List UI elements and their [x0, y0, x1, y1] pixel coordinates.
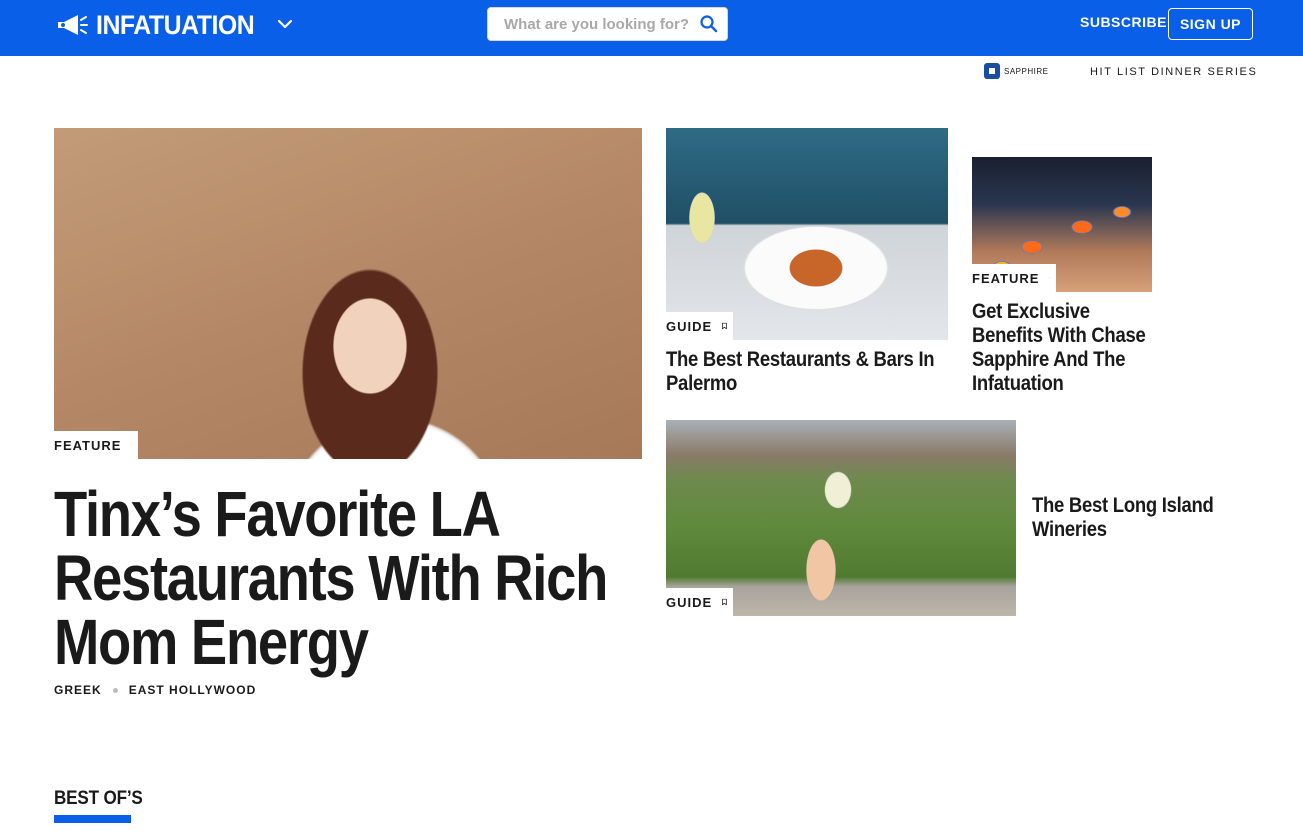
search-box — [487, 7, 728, 41]
search-input[interactable] — [504, 15, 694, 33]
bookmark-icon[interactable] — [1049, 270, 1050, 286]
neighborhood-link[interactable]: EAST HOLLYWOOD — [129, 683, 257, 697]
tag-label: GUIDE — [666, 318, 713, 334]
section-underline — [54, 815, 131, 823]
tag-label: FEATURE — [972, 270, 1040, 286]
bookmark-icon[interactable] — [131, 437, 132, 453]
tag-label: FEATURE — [54, 437, 122, 453]
chase-card-headline[interactable]: Get Exclusive Benefits With Chase Sapphi… — [972, 300, 1157, 396]
top-navigation-bar: INFATUATION SUBSCRIBE SIGN UP — [0, 0, 1303, 56]
megaphone-icon — [58, 15, 88, 35]
subscribe-link[interactable]: SUBSCRIBE — [1080, 14, 1167, 30]
wineries-card-tag: GUIDE — [666, 588, 733, 616]
search-icon[interactable] — [699, 14, 719, 34]
separator-dot — [112, 687, 118, 693]
hero-image[interactable] — [54, 128, 642, 459]
hero-meta: GREEK EAST HOLLYWOOD — [54, 683, 256, 697]
chase-card-tag: FEATURE — [972, 264, 1056, 292]
hero-headline[interactable]: Tinx’s Favorite LA Restaurants With Rich… — [54, 482, 649, 674]
wineries-card-image[interactable] — [666, 420, 1016, 616]
cuisine-link[interactable]: GREEK — [54, 683, 102, 697]
infatuation-logo[interactable]: INFATUATION — [54, 10, 268, 40]
chase-logo-icon — [984, 63, 1000, 79]
bookmark-icon[interactable] — [722, 318, 727, 334]
wineries-card-headline[interactable]: The Best Long Island Wineries — [1032, 494, 1226, 542]
best-ofs-heading: BEST OF’S — [54, 788, 143, 809]
hit-list-dinner-series-link[interactable]: HIT LIST DINNER SERIES — [1090, 66, 1257, 78]
palermo-card-image[interactable] — [666, 128, 948, 340]
chevron-down-icon[interactable] — [276, 14, 294, 34]
logo-text: INFATUATION — [96, 9, 255, 40]
bookmark-icon[interactable] — [722, 594, 727, 610]
sapphire-label: SAPPHIRE — [1004, 66, 1049, 76]
palermo-card-tag: GUIDE — [666, 312, 733, 340]
hero-tag: FEATURE — [54, 431, 138, 459]
palermo-card-headline[interactable]: The Best Restaurants & Bars In Palermo — [666, 348, 948, 396]
tag-label: GUIDE — [666, 594, 713, 610]
chase-sapphire-link[interactable]: SAPPHIRE — [984, 63, 1048, 79]
sign-up-button[interactable]: SIGN UP — [1168, 8, 1253, 40]
